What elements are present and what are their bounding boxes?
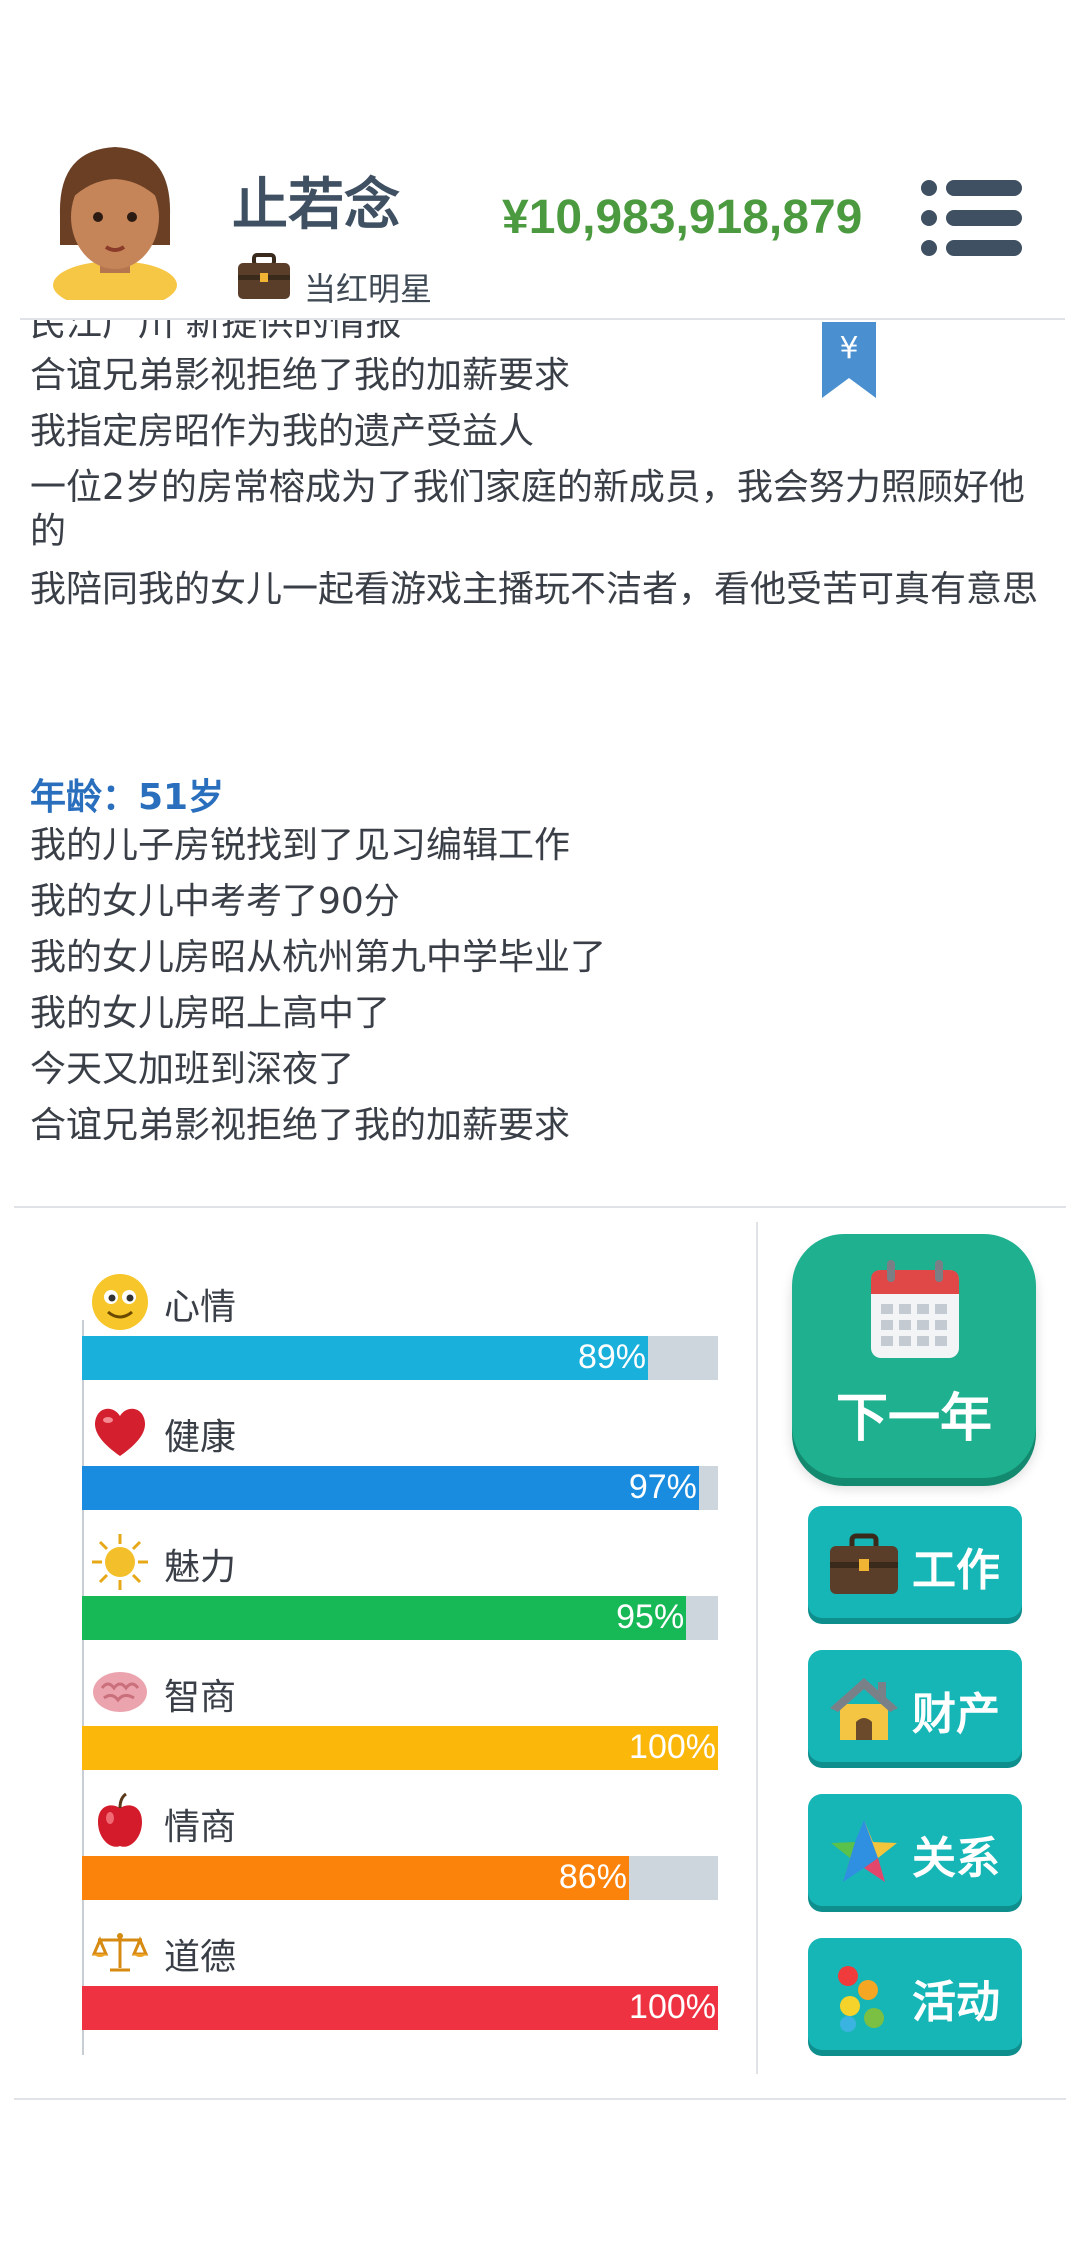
activities-label: 活动 (912, 1977, 1000, 2028)
log-line: 合谊兄弟影视拒绝了我的加薪要求 (30, 355, 571, 396)
brain-icon (93, 1672, 147, 1712)
log-line: 我的儿子房锐找到了见习编辑工作 (30, 825, 571, 866)
apple-icon (98, 1792, 142, 1847)
log-line: 我陪同我的女儿一起看游戏主播玩不洁者，看他受苦可真有意思 (30, 569, 1039, 610)
stat-charm: 魅力 95% (82, 1532, 718, 1662)
log-line: 我的女儿中考考了90分 (30, 881, 400, 922)
money-balance: ¥10,983,918,879 (502, 191, 863, 244)
stat-iq: 智商 100% (82, 1662, 718, 1792)
log-line: 今天又加班到深夜了 (30, 1049, 355, 1090)
life-log[interactable]: 民江广川 新提供的情报 ¥ 合谊兄弟影视拒绝了我的加薪要求 我指定房昭作为我的遗… (0, 320, 1080, 1200)
menu-icon[interactable] (920, 178, 1024, 258)
house-icon (830, 1678, 898, 1740)
smiley-icon (92, 1274, 148, 1330)
age-heading: 年龄：51岁 (30, 777, 225, 818)
log-line: 一位2岁的房常榕成为了我们家庭的新成员，我会努力照顾好他的 (30, 467, 1025, 552)
heart-icon (95, 1408, 145, 1456)
player-name: 止若念 (232, 173, 400, 238)
sun-icon (92, 1534, 148, 1590)
next-year-label: 下一年 (835, 1389, 992, 1449)
stat-bar-fill: 97% (82, 1466, 699, 1510)
stat-bar-fill: 100% (82, 1986, 718, 2030)
log-line: 我的女儿房昭上高中了 (30, 993, 391, 1034)
stat-label: 心情 (164, 1287, 237, 1328)
stat-label: 情商 (164, 1807, 237, 1848)
avatar[interactable] (40, 135, 190, 300)
stat-bar-fill: 95% (82, 1596, 687, 1640)
activity-dots-icon (838, 1966, 884, 2032)
relations-label: 关系 (912, 1833, 1000, 1884)
log-line: 我指定房昭作为我的遗产受益人 (30, 411, 535, 452)
bottom-divider (14, 2098, 1066, 2100)
stat-bar-track: 97% (82, 1466, 718, 1510)
log-line: 民江广川 新提供的情报 (30, 320, 402, 344)
stat-label: 道德 (164, 1937, 237, 1978)
stat-percent: 100% (629, 1728, 716, 1766)
stat-percent: 89% (577, 1338, 647, 1376)
stat-bar-fill: 86% (82, 1856, 629, 1900)
next-year-button[interactable]: 下一年 (792, 1234, 1036, 1478)
work-label: 工作 (912, 1545, 1000, 1596)
stat-bar-track: 86% (82, 1856, 718, 1900)
stat-percent: 86% (558, 1858, 627, 1896)
stat-percent: 95% (616, 1598, 685, 1636)
stat-label: 智商 (164, 1677, 237, 1718)
profile-header: 止若念 当红明星 ¥10,983,918,879 (0, 0, 1080, 320)
briefcase-icon (830, 1533, 898, 1594)
stat-health: 健康 97% (82, 1402, 718, 1532)
stat-morality: 道德 100% (82, 1922, 718, 2052)
log-line: 合谊兄弟影视拒绝了我的加薪要求 (30, 1105, 571, 1146)
panel-divider (756, 1222, 758, 2074)
relations-button[interactable]: 关系 (808, 1794, 1022, 1906)
calendar-icon (871, 1260, 959, 1358)
stat-mood: 心情 89% (82, 1272, 718, 1402)
star-icon (831, 1820, 897, 1882)
stat-bar-track: 100% (82, 1986, 718, 2030)
stat-percent: 97% (628, 1468, 697, 1506)
stat-percent: 100% (629, 1988, 716, 2026)
stat-eq: 情商 86% (82, 1792, 718, 1922)
stat-label: 魅力 (164, 1547, 237, 1588)
stat-bar-fill: 100% (82, 1726, 718, 1770)
section-divider (14, 1206, 1066, 1208)
stat-bar-track: 95% (82, 1596, 718, 1640)
briefcase-icon (238, 253, 290, 299)
assets-button[interactable]: 财产 (808, 1650, 1022, 1762)
scales-icon (91, 1933, 149, 1972)
stat-bar-track: 89% (82, 1336, 718, 1380)
assets-label: 财产 (912, 1689, 1000, 1740)
stat-label: 健康 (164, 1417, 237, 1458)
job-title: 当红明星 (304, 270, 433, 308)
log-line: 我的女儿房昭从杭州第九中学毕业了 (30, 937, 607, 978)
work-button[interactable]: 工作 (808, 1506, 1022, 1618)
stat-bar-track: 100% (82, 1726, 718, 1770)
stat-bar-fill: 89% (82, 1336, 649, 1380)
activities-button[interactable]: 活动 (808, 1938, 1022, 2050)
